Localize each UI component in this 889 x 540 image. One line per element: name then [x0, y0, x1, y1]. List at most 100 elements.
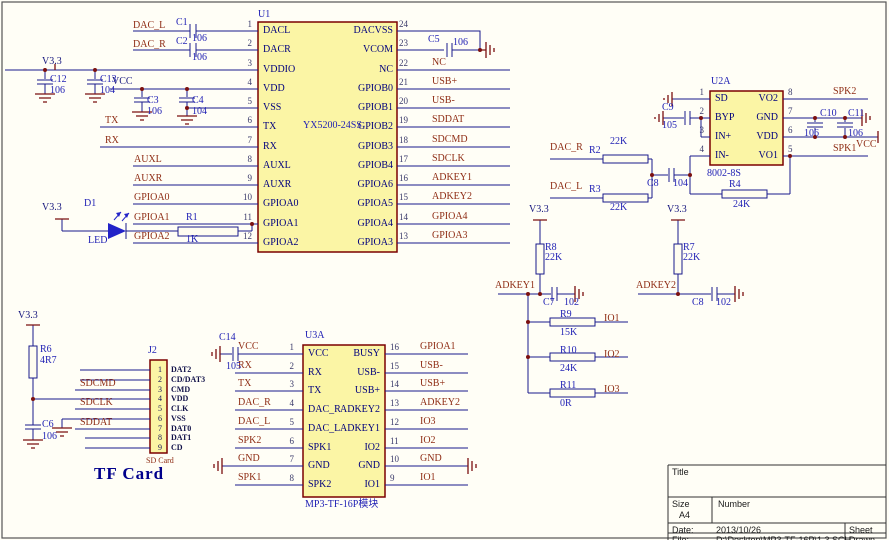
pin-name: CD [171, 443, 183, 453]
value-r6: 4R7 [40, 355, 57, 367]
pin-name: AUXL [263, 160, 291, 172]
pin-name: VO1 [700, 150, 778, 162]
pin-name: GPIOB0 [305, 83, 393, 95]
pin-number: 4 [226, 76, 252, 88]
net-label: VCC [238, 341, 259, 353]
pin-name: DAT0 [171, 424, 191, 434]
net-label: IO1 [604, 313, 620, 325]
pin-row: 7 DAT0 [148, 424, 240, 434]
power-label-v33: V3.3 [42, 56, 62, 68]
value-r2: 22K [610, 136, 627, 148]
pin-number: 8 [280, 472, 294, 484]
net-label: IO2 [604, 349, 620, 361]
pin-row: 4 VDD [148, 394, 240, 404]
designator-u3a: U3A [305, 330, 324, 342]
pin-name: IO1 [300, 479, 380, 491]
pin-number: 3 [150, 385, 162, 395]
ground-icon [23, 440, 43, 448]
value-r1: 1K [186, 234, 198, 246]
resistor-r4 [722, 190, 767, 198]
pin-number: 9 [150, 443, 162, 453]
net-label: SPK2 [238, 435, 261, 447]
designator-c2: C2 [176, 36, 188, 48]
net-label: GPIOA4 [432, 211, 468, 223]
titleblock-title-label: Title [672, 467, 689, 477]
pin-number: 4 [280, 397, 294, 409]
value-c10: 106 [804, 128, 819, 140]
value-c14: 105 [226, 361, 241, 373]
net-label: SDCLK [432, 153, 465, 165]
net-label-sddat-tf: SDDAT [80, 417, 112, 429]
designator-c5: C5 [428, 34, 440, 46]
value-c12: 106 [50, 85, 65, 97]
pin-name: CMD [171, 385, 190, 395]
pin-number: 4 [150, 394, 162, 404]
pin-number: 24 [399, 18, 408, 30]
value-c2: 106 [192, 52, 207, 64]
net-label: USB+ [432, 76, 457, 88]
pin-name: VDD [171, 394, 188, 404]
net-label: USB+ [420, 378, 445, 390]
pin-name: GPIOB3 [305, 141, 393, 153]
pin-name: VSS [263, 102, 281, 114]
pin-name: VO2 [700, 93, 778, 105]
value-r3: 22K [610, 202, 627, 214]
pin-name: DACL [263, 25, 290, 37]
designator-c6: C6 [42, 419, 54, 431]
pin-number: 22 [399, 57, 408, 69]
led-triangle [108, 223, 126, 239]
caption-tf-card: TF Card [94, 468, 164, 480]
pin-row: 6 VSS [148, 414, 240, 424]
pin-name: GPIOA0 [263, 198, 299, 210]
net-label: SPK1 [833, 143, 856, 155]
pin-number: 18 [399, 134, 408, 146]
pin-number: 14 [399, 211, 408, 223]
pin-number: 23 [399, 37, 408, 49]
pin-number: 16 [399, 172, 408, 184]
pin-number: 8 [788, 86, 793, 98]
net-label-gpioa2: GPIOA2 [134, 231, 170, 243]
net-label-gpioa0: GPIOA0 [134, 192, 170, 204]
ladder-row: R9 15K IO1 [520, 309, 650, 339]
ground-icon [735, 286, 743, 302]
resistor-r6 [29, 346, 37, 378]
pin-name: DACR [263, 44, 291, 56]
pin-name: VDD [263, 83, 285, 95]
value-c3: 106 [147, 106, 162, 118]
pin-name: GPIOA1 [263, 218, 299, 230]
net-label-tx: TX [105, 115, 118, 127]
resistor-value: 0R [560, 398, 572, 410]
designator-c11: C11 [848, 108, 864, 120]
net-label: IO3 [604, 384, 620, 396]
pin-number: 12 [390, 416, 399, 428]
net-label-rx: RX [105, 135, 119, 147]
pin-name: ADKEY2 [300, 404, 380, 416]
pin-name: GPIOB4 [305, 160, 393, 172]
net-label: GPIOA3 [432, 230, 468, 242]
pin-name: USB- [300, 367, 380, 379]
pin-row: 5 CLK [148, 404, 240, 414]
titleblock-file-label: File: [672, 535, 689, 540]
net-label: SPK1 [238, 472, 261, 484]
pin-number: 7 [150, 424, 162, 434]
resistor-r2 [603, 155, 648, 163]
pin-number: 13 [390, 397, 399, 409]
power-label-v33-adkey2: V3.3 [667, 204, 687, 216]
value-r8: 22K [545, 252, 562, 264]
pin-row: 2 CD/DAT3 [148, 375, 240, 385]
pin-name: GPIOB1 [305, 102, 393, 114]
pin-row: 3 CMD [148, 385, 240, 395]
pin-number: 17 [399, 153, 408, 165]
pin-row: IO1 9 IO1 [300, 472, 480, 494]
pin-number: 9 [390, 472, 395, 484]
net-label: GND [238, 453, 260, 465]
power-label-vcc: VCC [112, 76, 133, 88]
net-label: ADKEY2 [420, 397, 460, 409]
pin-number: 15 [390, 360, 399, 372]
pin-name: ADKEY1 [300, 423, 380, 435]
pin-number: 7 [280, 453, 294, 465]
net-label: DAC_R [238, 397, 271, 409]
pin-name: CLK [171, 404, 188, 414]
designator-r1: R1 [186, 212, 198, 224]
value-c6: 106 [42, 431, 57, 443]
